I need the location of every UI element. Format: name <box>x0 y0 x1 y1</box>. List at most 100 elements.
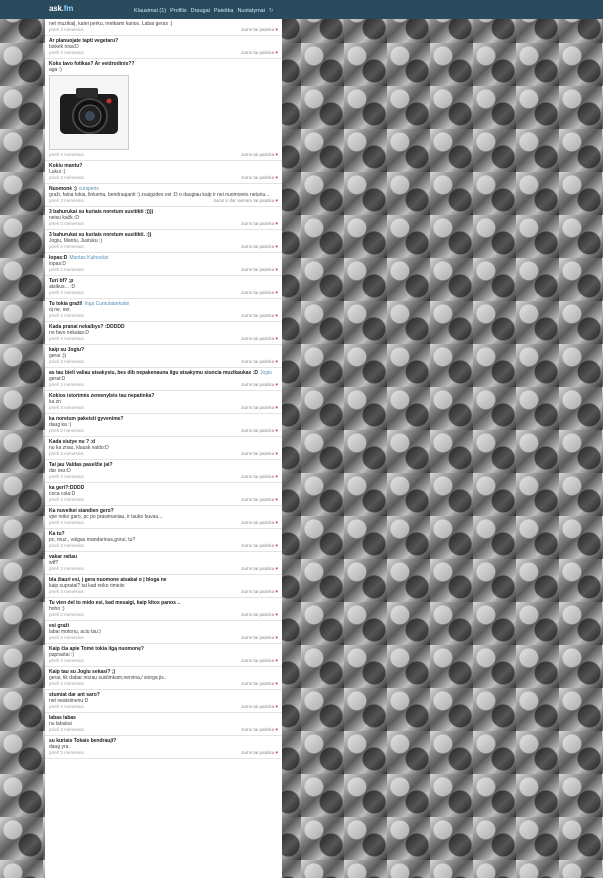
heart-icon[interactable]: ♥ <box>275 704 278 709</box>
question-label: as tau bieli valiau atsakysiu, bes dib n… <box>49 370 258 376</box>
answer-time[interactable]: prieš 3 mėnesius <box>49 313 84 319</box>
answer-time[interactable]: prieš 3 mėnesius <box>49 727 84 733</box>
like-info[interactable]: Jums tai patinka♥ <box>241 727 278 733</box>
nav-settings[interactable]: Nustatymai <box>237 8 265 14</box>
answer-time[interactable]: prieš 3 mėnesius <box>49 681 84 687</box>
like-info[interactable]: Jums tai patinka♥ <box>241 290 278 296</box>
like-info[interactable]: Jums tai patinka♥ <box>241 750 278 756</box>
answer-time[interactable]: prieš 3 mėnesius <box>49 612 84 618</box>
answer-time[interactable]: prieš 3 mėnesius <box>49 520 84 526</box>
answer-time[interactable]: prieš 3 mėnesius <box>49 221 84 227</box>
answer-time[interactable]: prieš 3 mėnesius <box>49 50 84 56</box>
like-info[interactable]: Jums tai patinka♥ <box>241 704 278 710</box>
like-info[interactable]: Jums tai patinka♥ <box>241 244 278 250</box>
like-info[interactable]: Jums tai patinka♥ <box>241 359 278 365</box>
answer-time[interactable]: prieš 3 mėnesius <box>49 405 84 411</box>
answer-time[interactable]: prieš 3 mėnesius <box>49 566 84 572</box>
heart-icon[interactable]: ♥ <box>275 520 278 525</box>
asker-link[interactable]: Jogiu <box>260 370 272 376</box>
like-info[interactable]: Jums tai patinka♥ <box>241 221 278 227</box>
answer-time[interactable]: prieš 3 mėnesius <box>49 635 84 641</box>
heart-icon[interactable]: ♥ <box>275 405 278 410</box>
askfm-logo[interactable]: ask.fm <box>49 4 73 13</box>
question-text[interactable]: as tau bieli valiau atsakysiu, bes dib n… <box>49 370 278 376</box>
answer-time[interactable]: prieš 3 mėnesius <box>49 543 84 549</box>
heart-icon[interactable]: ♥ <box>275 428 278 433</box>
heart-icon[interactable]: ♥ <box>275 497 278 502</box>
answer-time[interactable]: prieš 3 mėnesius <box>49 359 84 365</box>
answer-time[interactable]: prieš 3 mėnesius <box>49 244 84 250</box>
like-info[interactable]: Jums tai patinka♥ <box>241 589 278 595</box>
answer-time[interactable]: prieš 3 mėnesius <box>49 658 84 664</box>
like-info[interactable]: Jums tai patinka♥ <box>241 382 278 388</box>
asker-link[interactable]: Mantas Kulnockis <box>69 255 108 261</box>
heart-icon[interactable]: ♥ <box>275 474 278 479</box>
like-info[interactable]: Jums tai patinka♥ <box>241 336 278 342</box>
refresh-icon[interactable]: ↻ <box>269 8 274 14</box>
like-info[interactable]: Jums tai patinka♥ <box>241 267 278 273</box>
answer-time[interactable]: prieš 3 mėnesius <box>49 27 84 33</box>
like-info[interactable]: Jums tai patinka♥ <box>241 681 278 687</box>
heart-icon[interactable]: ♥ <box>275 244 278 249</box>
like-info[interactable]: Jums tai patinka♥ <box>241 50 278 56</box>
like-info[interactable]: Jums tai patinka♥ <box>241 152 278 158</box>
heart-icon[interactable]: ♥ <box>275 221 278 226</box>
heart-icon[interactable]: ♥ <box>275 359 278 364</box>
heart-icon[interactable]: ♥ <box>275 612 278 617</box>
heart-icon[interactable]: ♥ <box>275 635 278 640</box>
heart-icon[interactable]: ♥ <box>275 313 278 318</box>
nav-friends[interactable]: Draugai <box>191 8 210 14</box>
answer-time[interactable]: prieš 3 mėnesius <box>49 198 84 204</box>
answer-time[interactable]: prieš 3 mėnesius <box>49 152 84 158</box>
answer-time[interactable]: prieš 3 mėnesius <box>49 267 84 273</box>
heart-icon[interactable]: ♥ <box>275 336 278 341</box>
answer-time[interactable]: prieš 3 mėnesius <box>49 175 84 181</box>
answer-time[interactable]: prieš 3 mėnesius <box>49 451 84 457</box>
heart-icon[interactable]: ♥ <box>275 750 278 755</box>
like-info[interactable]: Jums tai patinka♥ <box>241 497 278 503</box>
like-info[interactable]: Jums tai patinka♥ <box>241 612 278 618</box>
heart-icon[interactable]: ♥ <box>275 382 278 387</box>
answer-time[interactable]: prieš 3 mėnesius <box>49 382 84 388</box>
like-info[interactable]: Jums tai patinka♥ <box>241 405 278 411</box>
heart-icon[interactable]: ♥ <box>275 152 278 157</box>
heart-icon[interactable]: ♥ <box>275 658 278 663</box>
camera-photo[interactable] <box>49 75 129 150</box>
heart-icon[interactable]: ♥ <box>275 198 278 203</box>
heart-icon[interactable]: ♥ <box>275 267 278 272</box>
answer-time[interactable]: prieš 3 mėnesius <box>49 704 84 710</box>
nav-questions[interactable]: Klausimai (1) <box>134 8 166 14</box>
like-info[interactable]: Jums tai patinka♥ <box>241 635 278 641</box>
heart-icon[interactable]: ♥ <box>275 451 278 456</box>
nav-profile[interactable]: Profilis <box>170 8 187 14</box>
like-info[interactable]: Jums tai patinka♥ <box>241 175 278 181</box>
answer-time[interactable]: prieš 3 mėnesius <box>49 750 84 756</box>
nav-search[interactable]: Paieška <box>214 8 234 14</box>
answer-time[interactable]: prieš 3 mėnesius <box>49 474 84 480</box>
heart-icon[interactable]: ♥ <box>275 50 278 55</box>
answer-time[interactable]: prieš 3 mėnesius <box>49 497 84 503</box>
like-info[interactable]: Jums tai patinka♥ <box>241 658 278 664</box>
like-info[interactable]: Jums tai patinka♥ <box>241 566 278 572</box>
heart-icon[interactable]: ♥ <box>275 589 278 594</box>
like-info[interactable]: Jums tai patinka♥ <box>241 313 278 319</box>
heart-icon[interactable]: ♥ <box>275 175 278 180</box>
heart-icon[interactable]: ♥ <box>275 27 278 32</box>
heart-icon[interactable]: ♥ <box>275 543 278 548</box>
like-info[interactable]: Jums tai patinka♥ <box>241 520 278 526</box>
answer-time[interactable]: prieš 3 mėnesius <box>49 290 84 296</box>
like-info[interactable]: Jums tai patinka♥ <box>241 27 278 33</box>
asker-link[interactable]: Inga Cumulatarkaitė <box>85 301 130 307</box>
heart-icon[interactable]: ♥ <box>275 566 278 571</box>
heart-icon[interactable]: ♥ <box>275 727 278 732</box>
like-info[interactable]: Jums tai patinka♥ <box>241 543 278 549</box>
like-info[interactable]: Jums tai patinka♥ <box>241 474 278 480</box>
heart-icon[interactable]: ♥ <box>275 290 278 295</box>
like-info[interactable]: Jums tai patinka♥ <box>241 451 278 457</box>
answer-time[interactable]: prieš 3 mėnesius <box>49 428 84 434</box>
answer-time[interactable]: prieš 3 mėnesius <box>49 336 84 342</box>
answer-time[interactable]: prieš 3 mėnesius <box>49 589 84 595</box>
like-info[interactable]: Jums tai patinka♥ <box>241 428 278 434</box>
like-info[interactable]: Jums ir dar vienam tai patinka♥ <box>213 198 278 204</box>
heart-icon[interactable]: ♥ <box>275 681 278 686</box>
